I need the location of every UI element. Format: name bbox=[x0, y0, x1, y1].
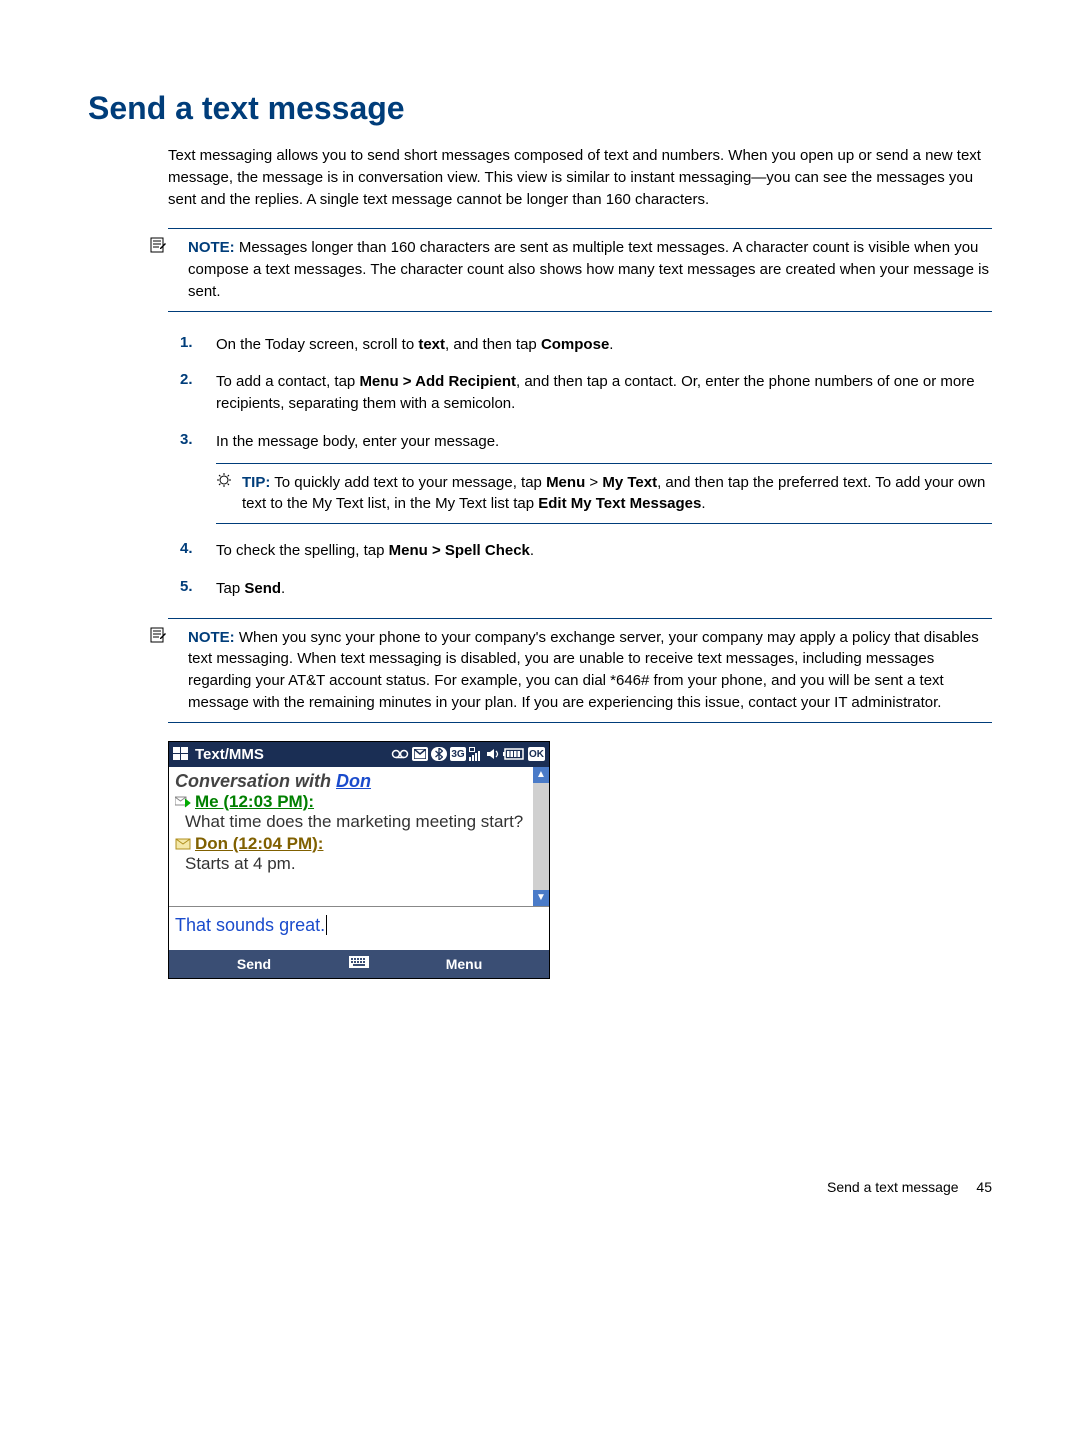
start-icon[interactable] bbox=[173, 747, 189, 761]
conversation-title: Conversation with Don bbox=[175, 771, 529, 792]
note-label: NOTE: bbox=[188, 239, 235, 256]
step-number: 1. bbox=[168, 334, 216, 356]
step-number: 2. bbox=[168, 371, 216, 415]
note-icon bbox=[150, 627, 166, 643]
send-softkey[interactable]: Send bbox=[169, 950, 339, 978]
received-message-icon bbox=[175, 838, 191, 850]
intro-paragraph: Text messaging allows you to send short … bbox=[168, 145, 992, 210]
step-number: 3. bbox=[168, 431, 216, 524]
battery-icon bbox=[503, 748, 525, 760]
bluetooth-icon bbox=[431, 747, 447, 761]
step-3: 3. In the message body, enter your messa… bbox=[168, 431, 992, 524]
step-4: 4. To check the spelling, tap Menu > Spe… bbox=[168, 540, 992, 562]
tip-icon bbox=[216, 472, 232, 488]
scroll-down-button[interactable]: ▼ bbox=[533, 890, 549, 906]
page-footer: Send a text message 45 bbox=[88, 1179, 992, 1195]
page-heading: Send a text message bbox=[88, 90, 992, 127]
ok-button[interactable]: OK bbox=[528, 747, 545, 761]
step-2: 2. To add a contact, tap Menu > Add Reci… bbox=[168, 371, 992, 415]
network-icon: 3G bbox=[450, 747, 466, 761]
speaker-icon bbox=[486, 748, 500, 760]
tip-label: TIP: bbox=[242, 474, 270, 491]
footer-label: Send a text message bbox=[827, 1179, 959, 1195]
signal-icon bbox=[469, 747, 483, 761]
scroll-up-button[interactable]: ▲ bbox=[533, 767, 549, 783]
message-text: What time does the marketing meeting sta… bbox=[185, 812, 529, 832]
step-number: 4. bbox=[168, 540, 216, 562]
titlebar: Text/MMS 3G bbox=[169, 742, 549, 767]
message-icon bbox=[412, 747, 428, 761]
message-sender-me[interactable]: Me (12:03 PM): bbox=[195, 792, 314, 812]
step-5: 5. Tap Send. bbox=[168, 578, 992, 600]
phone-screenshot: Text/MMS 3G bbox=[168, 741, 550, 979]
note-text: Messages longer than 160 characters are … bbox=[188, 239, 989, 300]
contact-link[interactable]: Don bbox=[336, 771, 371, 791]
tip-callout: TIP: To quickly add text to your message… bbox=[216, 463, 992, 525]
note-text: When you sync your phone to your company… bbox=[188, 629, 979, 711]
note-icon bbox=[150, 237, 166, 253]
message-sender-don[interactable]: Don (12:04 PM): bbox=[195, 834, 323, 854]
step-1: 1. On the Today screen, scroll to text, … bbox=[168, 334, 992, 356]
message-input[interactable]: That sounds great. bbox=[169, 906, 549, 950]
app-title: Text/MMS bbox=[195, 746, 264, 763]
message-text: Starts at 4 pm. bbox=[185, 854, 529, 874]
voicemail-icon bbox=[391, 748, 409, 760]
note-callout-1: NOTE: Messages longer than 160 character… bbox=[168, 228, 992, 311]
scrollbar[interactable]: ▲ ▼ bbox=[533, 767, 549, 906]
note-callout-2: NOTE: When you sync your phone to your c… bbox=[168, 618, 992, 723]
page-number: 45 bbox=[976, 1179, 992, 1195]
status-icons: 3G OK bbox=[391, 747, 545, 761]
menu-softkey[interactable]: Menu bbox=[379, 950, 549, 978]
note-label: NOTE: bbox=[188, 629, 235, 646]
sent-message-icon bbox=[175, 795, 191, 809]
step-number: 5. bbox=[168, 578, 216, 600]
keyboard-softkey[interactable] bbox=[339, 950, 379, 978]
